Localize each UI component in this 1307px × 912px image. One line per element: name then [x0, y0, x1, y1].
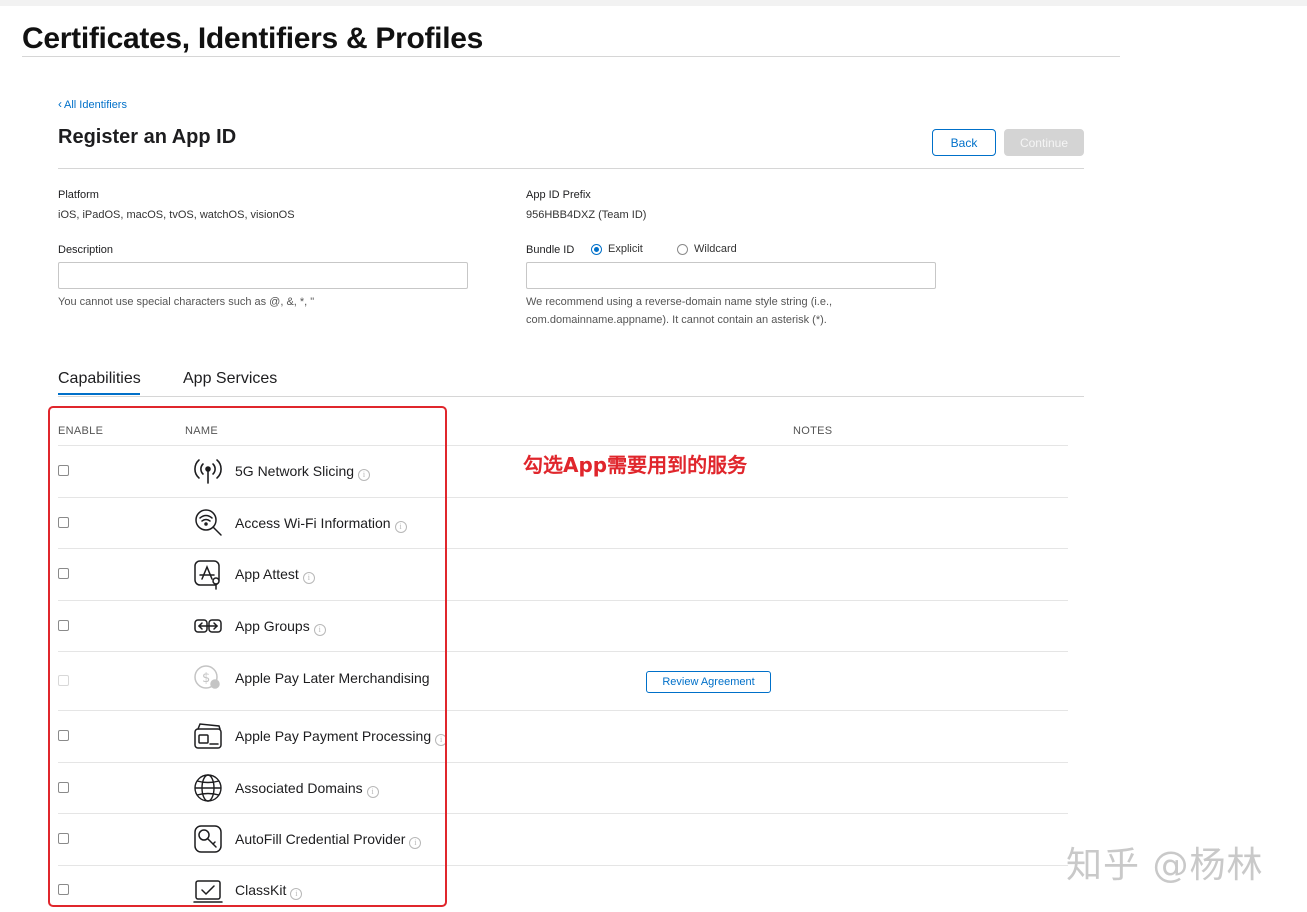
info-icon[interactable]: i: [435, 734, 448, 746]
enable-checkbox[interactable]: [58, 884, 69, 895]
table-row: Apple Pay Payment Processing i: [58, 710, 1068, 762]
app-attest-icon: [192, 558, 224, 590]
capability-label: AutoFill Credential Provider: [235, 831, 406, 847]
table-row: Associated Domains i: [58, 762, 1068, 813]
table-row: Access Wi-Fi Information i: [58, 497, 1068, 548]
capability-name: Apple Pay Payment Processing i: [235, 728, 448, 746]
form-divider: [58, 168, 1084, 169]
continue-button: Continue: [1004, 129, 1084, 156]
bundle-explicit-radio[interactable]: Explicit: [591, 243, 643, 255]
active-tab-indicator: [58, 393, 140, 395]
watermark: 知乎 @杨林: [1066, 845, 1264, 886]
bundle-hint-line-2: com.domainname.appname). It cannot conta…: [526, 314, 827, 326]
review-agreement-button[interactable]: Review Agreement: [646, 671, 771, 693]
annotation-text: 勾选App需要用到的服务: [523, 453, 748, 477]
table-row: ClassKit i: [58, 865, 1068, 912]
platform-value: iOS, iPadOS, macOS, tvOS, watchOS, visio…: [58, 209, 295, 221]
pay-later-icon: $: [192, 662, 224, 694]
radio-selected-icon: [591, 243, 602, 255]
app-id-prefix-value: 956HBB4DXZ (Team ID): [526, 209, 647, 221]
capability-name: App Groups i: [235, 618, 326, 636]
table-row: $ Apple Pay Later Merchandising: [58, 651, 1068, 710]
wildcard-label: Wildcard: [694, 243, 737, 255]
column-header-notes: NOTES: [793, 425, 833, 437]
capability-name: AutoFill Credential Provider i: [235, 831, 422, 849]
description-hint: You cannot use special characters such a…: [58, 296, 315, 308]
globe-icon: [192, 772, 224, 804]
enable-checkbox[interactable]: [58, 517, 69, 528]
capability-name: Associated Domains i: [235, 780, 379, 798]
capability-name: Access Wi-Fi Information i: [235, 515, 407, 533]
key-icon: [192, 823, 224, 855]
radio-unselected-icon: [677, 243, 688, 255]
capability-name: Apple Pay Later Merchandising: [235, 670, 430, 686]
bundle-wildcard-radio[interactable]: Wildcard: [677, 243, 737, 255]
table-row: App Attest i: [58, 548, 1068, 600]
tabs-divider: [58, 396, 1084, 397]
bundle-id-label: Bundle ID: [526, 244, 575, 256]
antenna-icon: [192, 455, 224, 487]
bundle-hint-line-1: We recommend using a reverse-domain name…: [526, 296, 833, 308]
wifi-search-icon: [192, 507, 224, 539]
capability-label: App Attest: [235, 566, 299, 582]
header-divider: [22, 56, 1120, 57]
description-label: Description: [58, 244, 114, 256]
column-header-enable: ENABLE: [58, 425, 104, 437]
capability-name: ClassKit i: [235, 882, 303, 900]
chevron-left-icon: ‹: [58, 97, 62, 111]
info-icon[interactable]: i: [366, 786, 379, 798]
capability-label: ClassKit: [235, 882, 287, 898]
enable-checkbox[interactable]: [58, 465, 69, 476]
info-icon[interactable]: i: [358, 469, 371, 481]
info-icon[interactable]: i: [290, 888, 303, 900]
all-identifiers-label: All Identifiers: [64, 99, 127, 111]
capability-label: Apple Pay Payment Processing: [235, 728, 432, 744]
capability-name: 5G Network Slicing i: [235, 463, 371, 481]
table-row: AutoFill Credential Provider i: [58, 813, 1068, 865]
capability-name: App Attest i: [235, 566, 315, 584]
app-groups-icon: [192, 610, 224, 642]
top-bar: [0, 0, 1307, 6]
tab-app-services[interactable]: App Services: [183, 370, 277, 388]
bundle-id-input[interactable]: [526, 262, 936, 289]
capability-label: 5G Network Slicing: [235, 463, 355, 479]
capability-label: Apple Pay Later Merchandising: [235, 670, 430, 686]
enable-checkbox[interactable]: [58, 568, 69, 579]
enable-checkbox[interactable]: [58, 833, 69, 844]
svg-text:$: $: [202, 671, 210, 686]
enable-checkbox[interactable]: [58, 620, 69, 631]
info-icon[interactable]: i: [313, 624, 326, 636]
table-row: App Groups i: [58, 600, 1068, 651]
page-header: Certificates, Identifiers & Profiles: [22, 22, 484, 55]
tab-capabilities[interactable]: Capabilities: [58, 370, 141, 388]
card-icon: [192, 720, 224, 752]
explicit-label: Explicit: [608, 243, 643, 255]
enable-checkbox-disabled: [58, 675, 69, 686]
back-button[interactable]: Back: [932, 129, 996, 156]
capability-label: Associated Domains: [235, 780, 363, 796]
form-title: Register an App ID: [58, 126, 237, 148]
platform-label: Platform: [58, 189, 99, 201]
description-input[interactable]: [58, 262, 468, 289]
capability-label: App Groups: [235, 618, 310, 634]
enable-checkbox[interactable]: [58, 782, 69, 793]
capability-label: Access Wi-Fi Information: [235, 515, 391, 531]
all-identifiers-link[interactable]: ‹ All Identifiers: [58, 97, 127, 111]
enable-checkbox[interactable]: [58, 730, 69, 741]
app-id-prefix-label: App ID Prefix: [526, 189, 591, 201]
info-icon[interactable]: i: [302, 572, 315, 584]
column-header-name: NAME: [185, 425, 218, 437]
info-icon[interactable]: i: [394, 521, 407, 533]
info-icon[interactable]: i: [409, 837, 422, 849]
classkit-icon: [192, 875, 224, 907]
